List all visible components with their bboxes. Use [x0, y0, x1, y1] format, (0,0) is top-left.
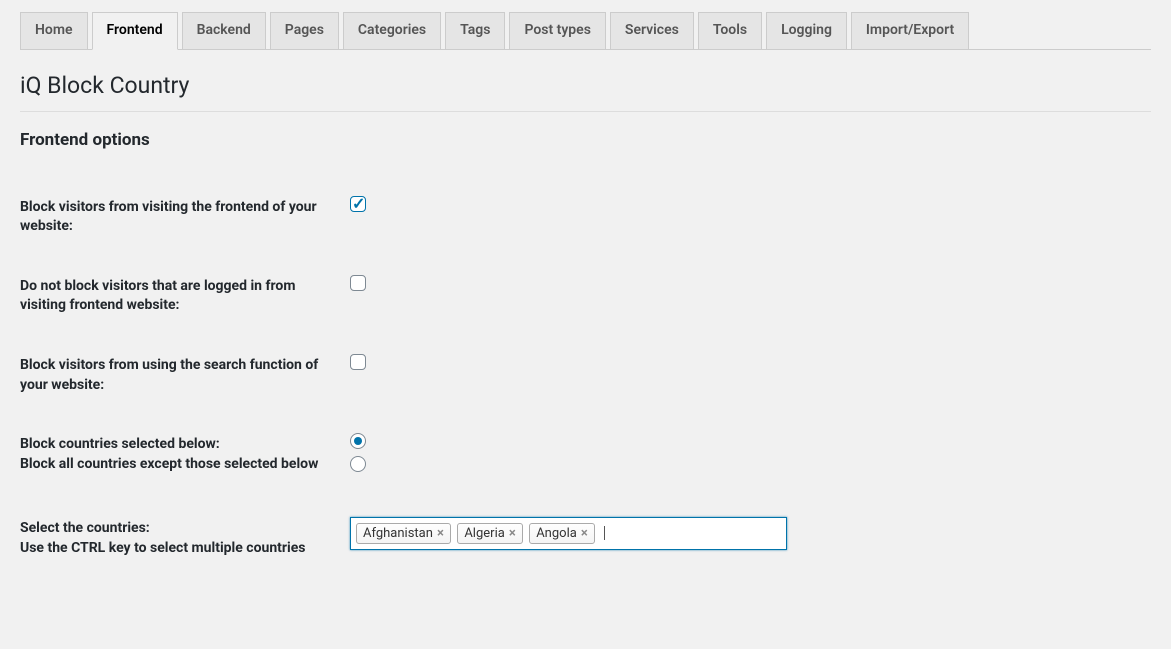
checkbox-block-frontend[interactable]	[350, 196, 366, 212]
chip-label: Afghanistan	[363, 526, 433, 541]
section-title: Frontend options	[20, 130, 1151, 150]
label-no-block-loggedin: Do not block visitors that are logged in…	[20, 257, 350, 336]
tab-backend[interactable]: Backend	[182, 12, 266, 49]
label-block-mode: Block countries selected below: Block al…	[20, 415, 350, 499]
input-caret	[604, 526, 605, 540]
tab-tools[interactable]: Tools	[698, 12, 762, 49]
tab-frontend[interactable]: Frontend	[92, 12, 178, 50]
label-select-countries: Select the countries: Use the CTRL key t…	[20, 499, 350, 578]
chip-remove-icon[interactable]: ×	[581, 526, 588, 541]
label-select-countries-line1: Select the countries:	[20, 520, 150, 536]
chip-remove-icon[interactable]: ×	[437, 526, 444, 541]
tab-services[interactable]: Services	[610, 12, 694, 49]
chip-country: Afghanistan ×	[356, 523, 451, 544]
options-table: Block visitors from visiting the fronten…	[20, 178, 1151, 579]
tab-import-export[interactable]: Import/Export	[851, 12, 969, 49]
label-select-countries-line2: Use the CTRL key to select multiple coun…	[20, 540, 305, 556]
nav-tabs: Home Frontend Backend Pages Categories T…	[20, 12, 1151, 50]
tab-post-types[interactable]: Post types	[509, 12, 605, 49]
label-block-mode-line2: Block all countries except those selecte…	[20, 456, 318, 472]
chip-remove-icon[interactable]: ×	[509, 526, 516, 541]
radio-block-except[interactable]	[350, 456, 366, 472]
tab-logging[interactable]: Logging	[766, 12, 847, 49]
checkbox-no-block-loggedin[interactable]	[350, 275, 366, 291]
chip-label: Angola	[536, 526, 577, 541]
tab-home[interactable]: Home	[20, 12, 88, 49]
label-block-search: Block visitors from using the search fun…	[20, 336, 350, 415]
chip-country: Angola ×	[529, 523, 595, 544]
checkbox-block-search[interactable]	[350, 354, 366, 370]
radio-block-selected[interactable]	[350, 433, 366, 449]
page-title: iQ Block Country	[20, 72, 1151, 99]
chip-country: Algeria ×	[457, 523, 522, 544]
tab-categories[interactable]: Categories	[343, 12, 441, 49]
countries-multiselect[interactable]: Afghanistan × Algeria × Angola ×	[350, 517, 787, 550]
divider	[20, 111, 1151, 112]
chip-label: Algeria	[464, 526, 504, 541]
label-block-frontend: Block visitors from visiting the fronten…	[20, 178, 350, 257]
label-block-mode-line1: Block countries selected below:	[20, 436, 220, 452]
tab-tags[interactable]: Tags	[445, 12, 505, 49]
tab-pages[interactable]: Pages	[270, 12, 339, 49]
